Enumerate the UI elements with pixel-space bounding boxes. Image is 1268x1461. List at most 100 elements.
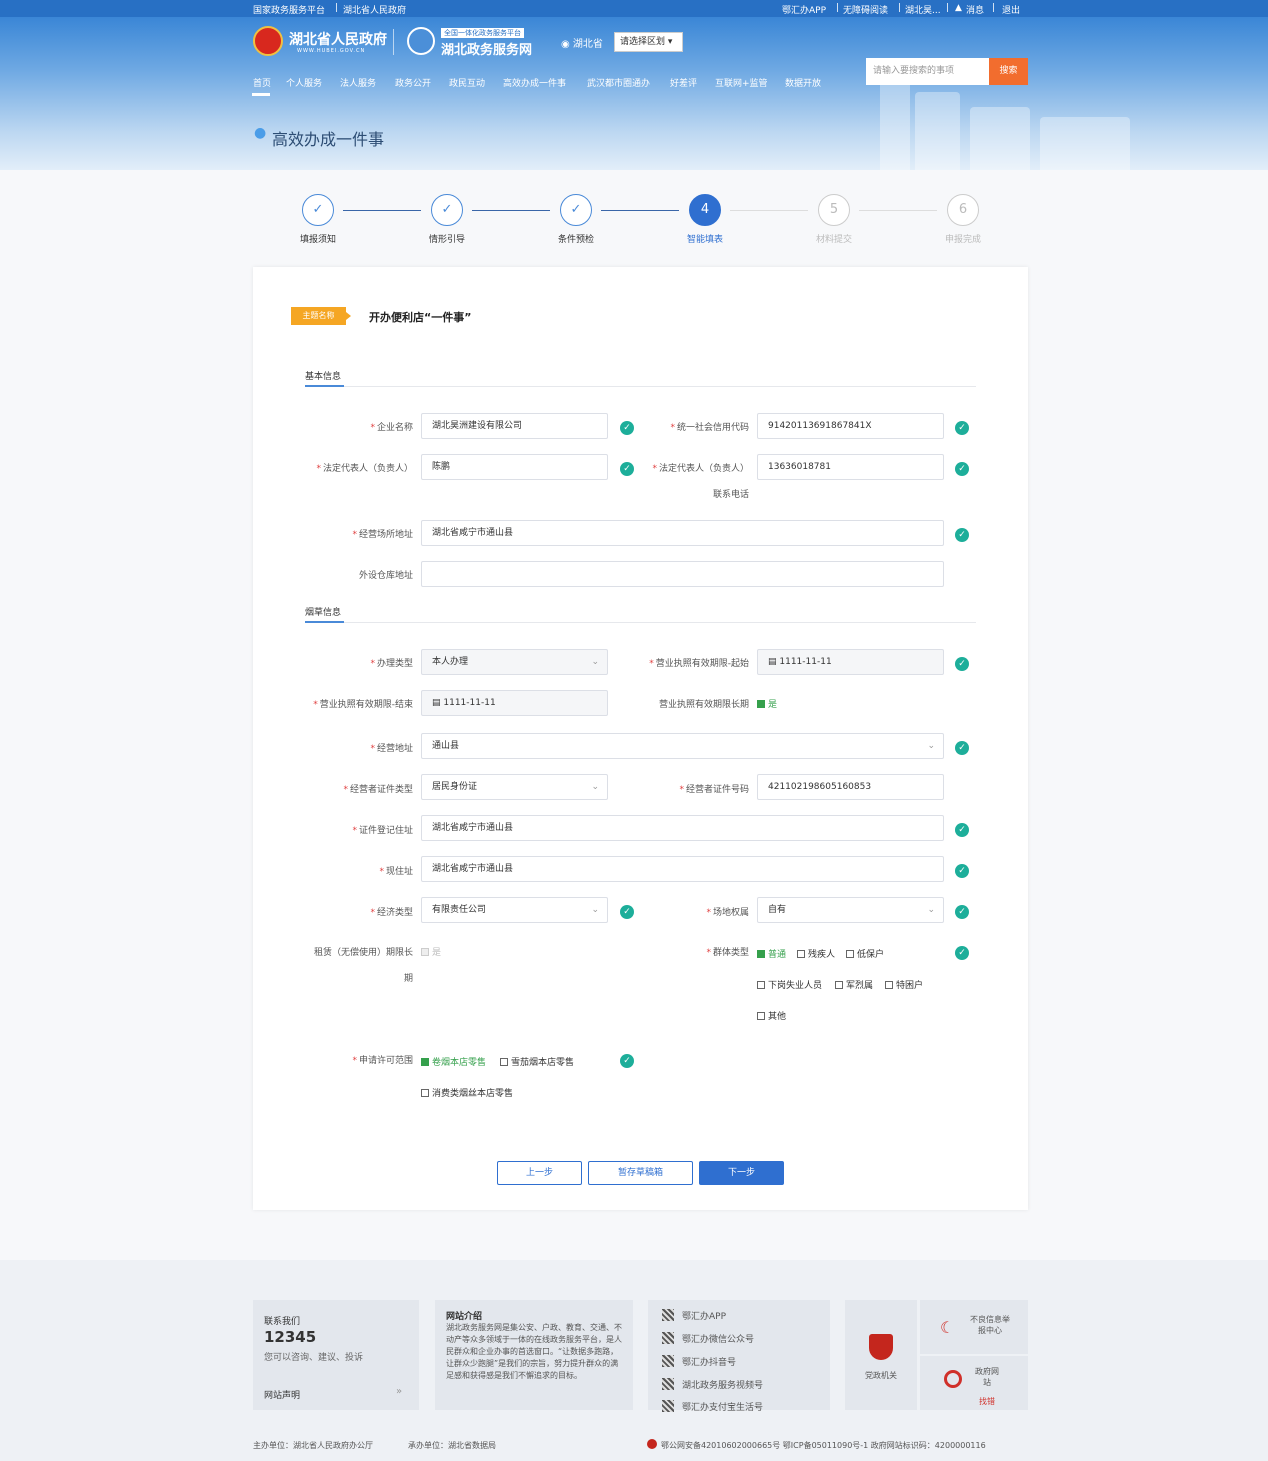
page-title: 高效办成一件事 <box>272 130 385 149</box>
messages-link[interactable]: 消息 <box>966 3 984 16</box>
site-statement-link[interactable]: 网站声明 <box>264 1388 300 1401</box>
app-link-ehb[interactable]: 鄂汇办APP <box>662 1309 726 1322</box>
national-platform-link[interactable]: 国家政务服务平台 <box>253 3 325 16</box>
chevron-down-icon: ⌄ <box>927 741 935 751</box>
scope-label: * 申请许可范围 <box>352 1056 413 1066</box>
nav-active-indicator <box>252 93 270 96</box>
step-5-number: 5 <box>818 194 850 226</box>
nav-home[interactable]: 首页 <box>253 76 271 89</box>
site-right-select[interactable]: 自有 ⌄ <box>757 897 944 923</box>
building-silhouette <box>915 92 960 170</box>
biz-address-label: * 经营场所地址 <box>352 530 413 540</box>
scope-option-tobacco-shred[interactable]: 消费类烟丝本店零售 <box>421 1086 513 1099</box>
step-4-label: 智能填表 <box>686 235 723 245</box>
checkbox-icon <box>757 981 765 989</box>
accessibility-link[interactable]: 无障碍阅读 <box>843 3 888 16</box>
hubei-gov-link[interactable]: 湖北省人民政府 <box>343 3 406 16</box>
icp-info[interactable]: 鄂公网安备42010602000665号 鄂ICP备05011090号-1 政府… <box>661 1440 986 1451</box>
step-1-label: 填报须知 <box>299 235 336 245</box>
legal-phone-input[interactable]: 13636018781 <box>757 454 944 480</box>
next-step-button[interactable]: 下一步 <box>699 1161 784 1185</box>
footer-party[interactable]: 党政机关 <box>845 1300 917 1410</box>
nav-gov-open[interactable]: 政务公开 <box>395 76 431 89</box>
app-link-alipay[interactable]: 鄂汇办支付宝生活号 <box>662 1400 763 1413</box>
op-address-select[interactable]: 通山县 ⌄ <box>421 733 944 759</box>
lease-checkbox[interactable]: 是 <box>421 945 441 958</box>
app-link-wechat[interactable]: 鄂汇办微信公众号 <box>662 1332 754 1345</box>
group-option-poverty[interactable]: 特困户 <box>885 978 923 991</box>
id-type-label: * 经营者证件类型 <box>343 785 413 795</box>
id-type-select[interactable]: 居民身份证 ⌄ <box>421 774 608 800</box>
scope-option-cigarette[interactable]: 卷烟本店零售 <box>421 1055 486 1068</box>
section-basic-title: 基本信息 <box>305 372 342 382</box>
valid-check-icon: ✓ <box>955 528 969 542</box>
checkbox-icon <box>421 1089 429 1097</box>
region-select[interactable]: 请选择区划 ▾ <box>614 32 683 52</box>
license-long-checkbox[interactable]: 是 <box>757 697 777 710</box>
footer-error-report[interactable]: 政府网站 找错 <box>920 1356 1028 1410</box>
gov-domain: WWW.HUBEI.GOV.CN <box>297 48 366 54</box>
id-address-label: * 证件登记住址 <box>352 826 413 836</box>
license-start-date[interactable]: ▤ 1111-11-11 <box>757 649 944 675</box>
qr-code-icon <box>662 1355 674 1367</box>
id-address-input[interactable]: 湖北省咸宁市通山县 <box>421 815 944 841</box>
save-draft-button[interactable]: 暂存草稿箱 <box>588 1161 693 1185</box>
license-end-date[interactable]: ▤ 1111-11-11 <box>421 690 608 716</box>
group-option-low-income[interactable]: 低保户 <box>846 947 884 960</box>
group-option-disabled[interactable]: 残疾人 <box>797 947 835 960</box>
app-link-douyin[interactable]: 鄂汇办抖音号 <box>662 1355 736 1368</box>
warehouse-input[interactable] <box>421 561 944 587</box>
nav-wuhan[interactable]: 武汉都市圈通办 <box>587 76 650 89</box>
step-3-check-icon: ✓ <box>560 194 592 226</box>
group-option-normal[interactable]: 普通 <box>757 947 786 960</box>
step-connector <box>343 210 421 211</box>
id-no-input[interactable]: 421102198605160853 <box>757 774 944 800</box>
op-address-label: * 经营地址 <box>370 744 413 754</box>
nav-one-thing[interactable]: 高效办成一件事 <box>503 76 566 89</box>
group-option-military[interactable]: 军烈属 <box>835 978 873 991</box>
econ-type-select[interactable]: 有限责任公司 ⌄ <box>421 897 608 923</box>
handle-type-select[interactable]: 本人办理 ⌄ <box>421 649 608 675</box>
step-1-check-icon: ✓ <box>302 194 334 226</box>
search-input[interactable]: 请输入要搜索的事项 <box>866 58 989 85</box>
gov-name[interactable]: 湖北省人民政府 <box>289 29 387 49</box>
nav-personal[interactable]: 个人服务 <box>286 76 322 89</box>
user-name-link[interactable]: 湖北昊... <box>905 3 941 16</box>
nav-open-data[interactable]: 数据开放 <box>785 76 821 89</box>
error-label-find: 找错 <box>979 1397 995 1406</box>
credit-code-input[interactable]: 91420113691867841X <box>757 413 944 439</box>
section-divider <box>305 386 976 387</box>
contact-number[interactable]: 12345 <box>264 1328 316 1346</box>
search-button[interactable]: 搜索 <box>989 58 1028 85</box>
building-silhouette <box>1040 117 1130 170</box>
legal-rep-input[interactable]: 陈鹏 <box>421 454 608 480</box>
qr-code-icon <box>662 1309 674 1321</box>
step-6-label: 申报完成 <box>944 235 981 245</box>
prev-step-button[interactable]: 上一步 <box>497 1161 582 1185</box>
cur-address-input[interactable]: 湖北省咸宁市通山县 <box>421 856 944 882</box>
logout-link[interactable]: 退出 <box>1002 3 1020 16</box>
ehb-app-link[interactable]: 鄂汇办APP <box>782 3 826 16</box>
nav-interaction[interactable]: 政民互动 <box>449 76 485 89</box>
nav-rating[interactable]: 好差评 <box>670 76 697 89</box>
license-start-label: * 营业执照有效期限-起始 <box>649 659 749 669</box>
footer-contact: 联系我们 12345 您可以咨询、建议、投诉 网站声明 » <box>253 1300 419 1410</box>
company-name-input[interactable]: 湖北昊洲建设有限公司 <box>421 413 608 439</box>
group-option-unemployed[interactable]: 下岗失业人员 <box>757 978 822 991</box>
theme-name: 开办便利店“一件事” <box>369 311 472 324</box>
scope-option-cigar[interactable]: 雪茄烟本店零售 <box>500 1055 574 1068</box>
biz-address-input[interactable]: 湖北省咸宁市通山县 <box>421 520 944 546</box>
nav-legal[interactable]: 法人服务 <box>340 76 376 89</box>
checkbox-checked-icon <box>757 700 765 708</box>
location-label[interactable]: ◉ 湖北省 <box>561 35 603 50</box>
nav-supervision[interactable]: 互联网+监管 <box>715 76 768 89</box>
license-long-label: 营业执照有效期限长期 <box>658 700 749 710</box>
section-underline <box>305 385 344 387</box>
footer-report[interactable]: ☾ 不良信息举报中心 <box>920 1300 1028 1354</box>
portal-name[interactable]: 湖北政务服务网 <box>441 39 532 58</box>
step-6-number: 6 <box>947 194 979 226</box>
handle-type-label: * 办理类型 <box>370 659 413 669</box>
group-option-other[interactable]: 其他 <box>757 1009 786 1022</box>
divider <box>393 29 394 55</box>
app-link-video[interactable]: 湖北政务服务视频号 <box>662 1378 763 1391</box>
